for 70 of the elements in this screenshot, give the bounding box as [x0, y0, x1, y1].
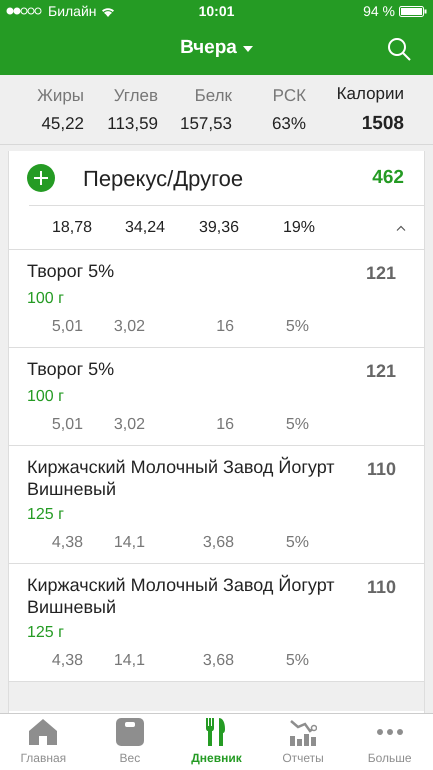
- chart-icon: [289, 718, 318, 746]
- clock-time: 10:01: [198, 2, 236, 20]
- food-name: Творог 5%: [27, 260, 116, 282]
- fork-knife-icon: [205, 718, 228, 746]
- search-icon: [387, 37, 411, 61]
- tab-bar-item[interactable]: Отчеты: [260, 714, 346, 770]
- summary-value: 45,22: [41, 113, 84, 135]
- food-macro: 5%: [284, 651, 309, 671]
- meal-total: 39,36: [198, 218, 239, 238]
- food-macro: 5,01: [50, 415, 83, 435]
- food-macro: 4,38: [50, 533, 83, 553]
- food-macro: 3,68: [202, 533, 234, 553]
- food-name: Киржачский Молочный Завод Йогурт Вишневый: [27, 456, 336, 500]
- tab-bar-item[interactable]: Больше: [346, 714, 433, 770]
- food-entry[interactable]: Киржачский Молочный Завод Йогурт Вишневый 110 125 г 4,38 14,1 3,68 5%: [9, 445, 424, 563]
- tab-bar-item[interactable]: Главная: [0, 714, 87, 770]
- tab-bar-item[interactable]: Дневник: [173, 714, 260, 770]
- food-macro: 16: [215, 415, 234, 435]
- meal-total: 34,24: [124, 218, 165, 238]
- food-macro: 3,68: [202, 651, 234, 671]
- plus-icon: [34, 171, 48, 185]
- summary-value: 63%: [272, 113, 306, 135]
- signal-icon: [6, 7, 44, 15]
- meal-calories: 462: [372, 166, 404, 190]
- summary-value: 113,59: [107, 113, 158, 135]
- food-macro: 14,1: [112, 533, 145, 553]
- meal-total: 19%: [282, 218, 315, 238]
- food-amount: 125 г: [27, 623, 65, 643]
- food-macro: 3,02: [112, 317, 145, 337]
- search-button[interactable]: [385, 35, 413, 63]
- meal-total: 18,78: [50, 218, 92, 238]
- food-macro: 5%: [284, 533, 309, 553]
- food-calories: 110: [366, 458, 396, 480]
- food-macro: 4,38: [50, 651, 83, 671]
- food-entry[interactable]: Творог 5% 121 100 г 5,01 3,02 16 5%: [9, 347, 424, 445]
- house-icon: [28, 718, 58, 746]
- caret-icon: [242, 46, 253, 52]
- summary-label: РСК: [272, 84, 306, 106]
- food-macro: 3,02: [112, 415, 145, 435]
- more-icon: [376, 729, 404, 735]
- wifi-icon: [100, 6, 115, 16]
- food-calories: 121: [366, 360, 396, 382]
- date-dropdown[interactable]: Вчера: [180, 34, 253, 63]
- summary-label: Углев: [114, 84, 158, 106]
- tab-bar-item[interactable]: Вес: [86, 714, 174, 770]
- food-entry[interactable]: Творог 5% 121 100 г 5,01 3,02 16 5%: [9, 249, 424, 347]
- food-amount: 125 г: [27, 505, 65, 525]
- add-food-button[interactable]: [27, 164, 55, 192]
- battery-icon: [399, 6, 427, 16]
- food-amount: 100 г: [27, 387, 65, 407]
- food-macro: 14,1: [112, 651, 145, 671]
- food-macro: 5,01: [50, 317, 83, 337]
- food-macro: 16: [215, 317, 234, 337]
- food-name: Киржачский Молочный Завод Йогурт Вишневый: [27, 574, 336, 618]
- summary-label: Жиры: [37, 84, 84, 106]
- summary-value: 1508: [362, 112, 404, 136]
- food-name: Творог 5%: [27, 358, 116, 380]
- battery-percent: 94 %: [363, 2, 395, 20]
- scale-icon: [116, 718, 144, 746]
- food-macro: 5%: [284, 317, 309, 337]
- food-amount: 100 г: [27, 289, 65, 309]
- carrier-name: Билайн: [48, 2, 97, 20]
- meal-title: Перекус/Другое: [83, 164, 244, 193]
- summary-label: Белк: [194, 84, 232, 106]
- food-calories: 110: [366, 576, 396, 598]
- chevron-icon: [396, 224, 406, 230]
- food-calories: 121: [366, 262, 396, 284]
- summary-value: 157,53: [180, 113, 232, 135]
- summary-label: Калории: [336, 83, 404, 105]
- food-macro: 5%: [284, 415, 309, 435]
